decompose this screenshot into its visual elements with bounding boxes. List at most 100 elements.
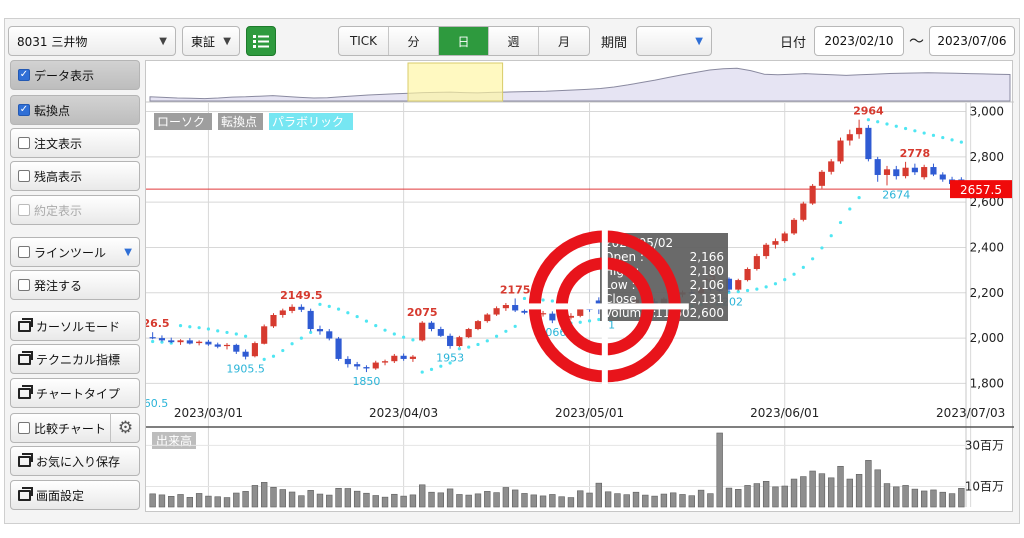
candle-body	[753, 256, 760, 269]
sar-dot	[383, 328, 387, 332]
volume-bar	[948, 493, 956, 508]
volume-bar	[716, 432, 723, 508]
line-tool-label: ラインツール	[34, 245, 107, 260]
volume-bar	[577, 490, 584, 508]
tab-weekly[interactable]: 週	[489, 27, 539, 55]
save-favorite-button[interactable]: お気に入り保存	[10, 446, 140, 476]
tooltip-row-value: 2,131	[690, 292, 724, 306]
volume-bar	[261, 482, 268, 508]
sar-dot	[522, 296, 527, 301]
sar-dot	[792, 272, 796, 276]
ticker-select[interactable]: 8031 三井物 ▼	[8, 26, 176, 56]
sar-dot	[281, 348, 285, 353]
sar-dot	[913, 129, 917, 133]
candle-body	[930, 167, 937, 175]
list-view-button[interactable]	[246, 26, 276, 56]
volume-bar	[883, 483, 891, 508]
candle-body	[186, 340, 193, 344]
volume-bar	[437, 492, 444, 508]
candle-body	[289, 306, 296, 311]
sar-dot	[411, 338, 415, 342]
tab-daily[interactable]: 日	[439, 27, 489, 55]
volume-bar	[214, 496, 221, 508]
volume-bar	[530, 494, 537, 508]
turning-point-label: 1905.5	[226, 363, 265, 376]
tab-monthly[interactable]: 月	[539, 27, 589, 55]
sar-dot	[848, 207, 852, 211]
chart-type-button[interactable]: チャートタイプ	[10, 378, 140, 408]
order-display-toggle[interactable]: 注文表示	[10, 128, 140, 158]
candle-body	[391, 355, 398, 362]
overview-window	[407, 62, 504, 102]
volume-bar	[381, 496, 389, 508]
overview-navigator[interactable]	[146, 62, 1014, 103]
window-icon	[18, 384, 33, 399]
sar-dot	[829, 234, 833, 238]
gear-icon[interactable]: ⚙	[110, 413, 140, 443]
screen-settings-label: 画面設定	[36, 488, 85, 503]
volume-bar	[428, 491, 435, 508]
candle-body	[168, 340, 175, 343]
volume-bar	[419, 484, 426, 508]
data-display-toggle[interactable]: ✓ データ表示	[10, 60, 140, 90]
volume-bar	[353, 490, 361, 508]
candle-body	[921, 167, 928, 178]
tab-tick[interactable]: TICK	[339, 27, 389, 55]
price-tick-label: 2,800	[970, 150, 1004, 164]
price-tick-label: 2,200	[970, 286, 1004, 300]
date-separator: 〜	[909, 32, 925, 50]
chart-legend: ローソク 転換点 パラボリック	[154, 113, 353, 130]
balance-display-toggle[interactable]: 残高表示	[10, 161, 140, 191]
price-chart[interactable]: 3,0002,8002,6002,4002,2002,0001,800 2023…	[142, 61, 1014, 513]
candle-body	[233, 344, 240, 352]
candle-body	[902, 167, 909, 177]
chevron-down-icon[interactable]: ▼	[124, 247, 132, 258]
sar-dot	[439, 364, 443, 368]
sar-dot	[541, 298, 545, 302]
date-to-input[interactable]: 2023/07/06	[929, 26, 1015, 56]
tab-minute[interactable]: 分	[389, 27, 439, 55]
sar-dot	[736, 290, 740, 294]
turning-point-label: 2674	[882, 188, 910, 201]
line-tool-toggle[interactable]: ラインツール ▼	[10, 237, 140, 267]
technical-label: テクニカル指標	[36, 352, 121, 367]
cursor-mode-button[interactable]: カーソルモード	[10, 311, 140, 341]
period-select[interactable]: ▼	[636, 26, 712, 56]
candle-body	[428, 322, 435, 330]
sar-dot	[801, 265, 805, 270]
volume-bar	[307, 490, 314, 508]
volume-bar	[205, 495, 212, 508]
candle-body	[484, 314, 491, 322]
volume-tick-label: 10百万	[965, 479, 1004, 493]
sar-dot	[355, 314, 359, 319]
screen-settings-button[interactable]: 画面設定	[10, 480, 140, 510]
volume-bar	[855, 474, 863, 508]
volume-bar	[251, 485, 259, 508]
candle-body	[447, 335, 454, 347]
window-icon	[18, 317, 33, 332]
date-from-input[interactable]: 2023/02/10	[814, 26, 904, 56]
turning-point-toggle[interactable]: ✓ 転換点	[10, 95, 140, 125]
candle-body	[149, 337, 156, 339]
volume-bar	[363, 492, 370, 508]
candle-body	[354, 364, 361, 367]
sar-dot	[197, 326, 201, 330]
market-select[interactable]: 東証 ▼	[182, 26, 240, 56]
checkbox-icon	[18, 246, 30, 258]
technical-indicator-button[interactable]: テクニカル指標	[10, 344, 140, 374]
volume-bar	[195, 493, 203, 508]
place-order-toggle[interactable]: 発注する	[10, 270, 140, 300]
checkbox-icon	[18, 279, 30, 291]
date-tick-label: 2023/07/03	[936, 406, 1005, 420]
sar-dot	[327, 304, 331, 308]
sar-dot	[336, 307, 341, 311]
volume-bar	[753, 483, 761, 508]
sar-dot	[504, 329, 508, 333]
legend-label: パラボリック	[272, 115, 344, 129]
sar-dot	[922, 131, 926, 135]
candle-body	[223, 344, 231, 347]
volume-bar	[270, 486, 277, 508]
data-display-label: データ表示	[34, 68, 95, 83]
chart-panel[interactable]: 3,000 2,800 2,600 2,400 2,200 2,000 1,800 2023…	[142, 60, 1014, 513]
volume-bar	[511, 489, 519, 508]
